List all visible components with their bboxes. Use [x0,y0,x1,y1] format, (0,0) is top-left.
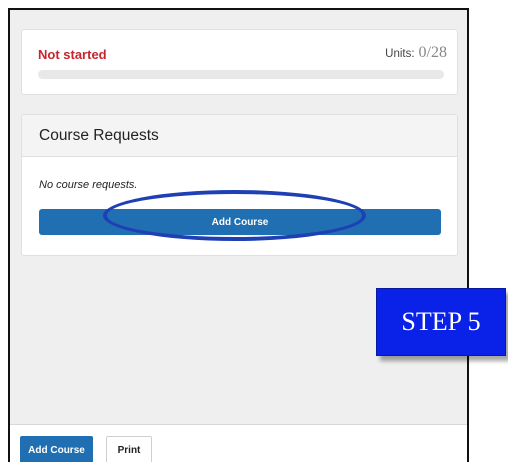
app-viewport: Not started Units: 0/28 Course Requests N… [8,8,469,462]
course-requests-title: Course Requests [39,127,159,144]
units-label: Units: [385,48,415,60]
print-button[interactable]: Print [106,436,152,462]
footer-add-course-button[interactable]: Add Course [20,436,93,462]
status-label: Not started [38,47,107,62]
course-requests-card: Course Requests No course requests. Add … [21,114,458,256]
bottom-action-bar: Add Course Print [10,424,467,462]
screenshot-frame: Not started Units: 0/28 Course Requests N… [0,0,508,462]
add-course-button[interactable]: Add Course [39,209,441,235]
units-display: Units: 0/28 [385,44,447,62]
progress-bar [38,70,444,79]
course-requests-header: Course Requests [22,115,457,157]
empty-requests-message: No course requests. [39,179,138,191]
units-value: 0/28 [418,44,447,61]
progress-card: Not started Units: 0/28 [21,29,458,95]
step-badge: STEP 5 [376,288,506,356]
